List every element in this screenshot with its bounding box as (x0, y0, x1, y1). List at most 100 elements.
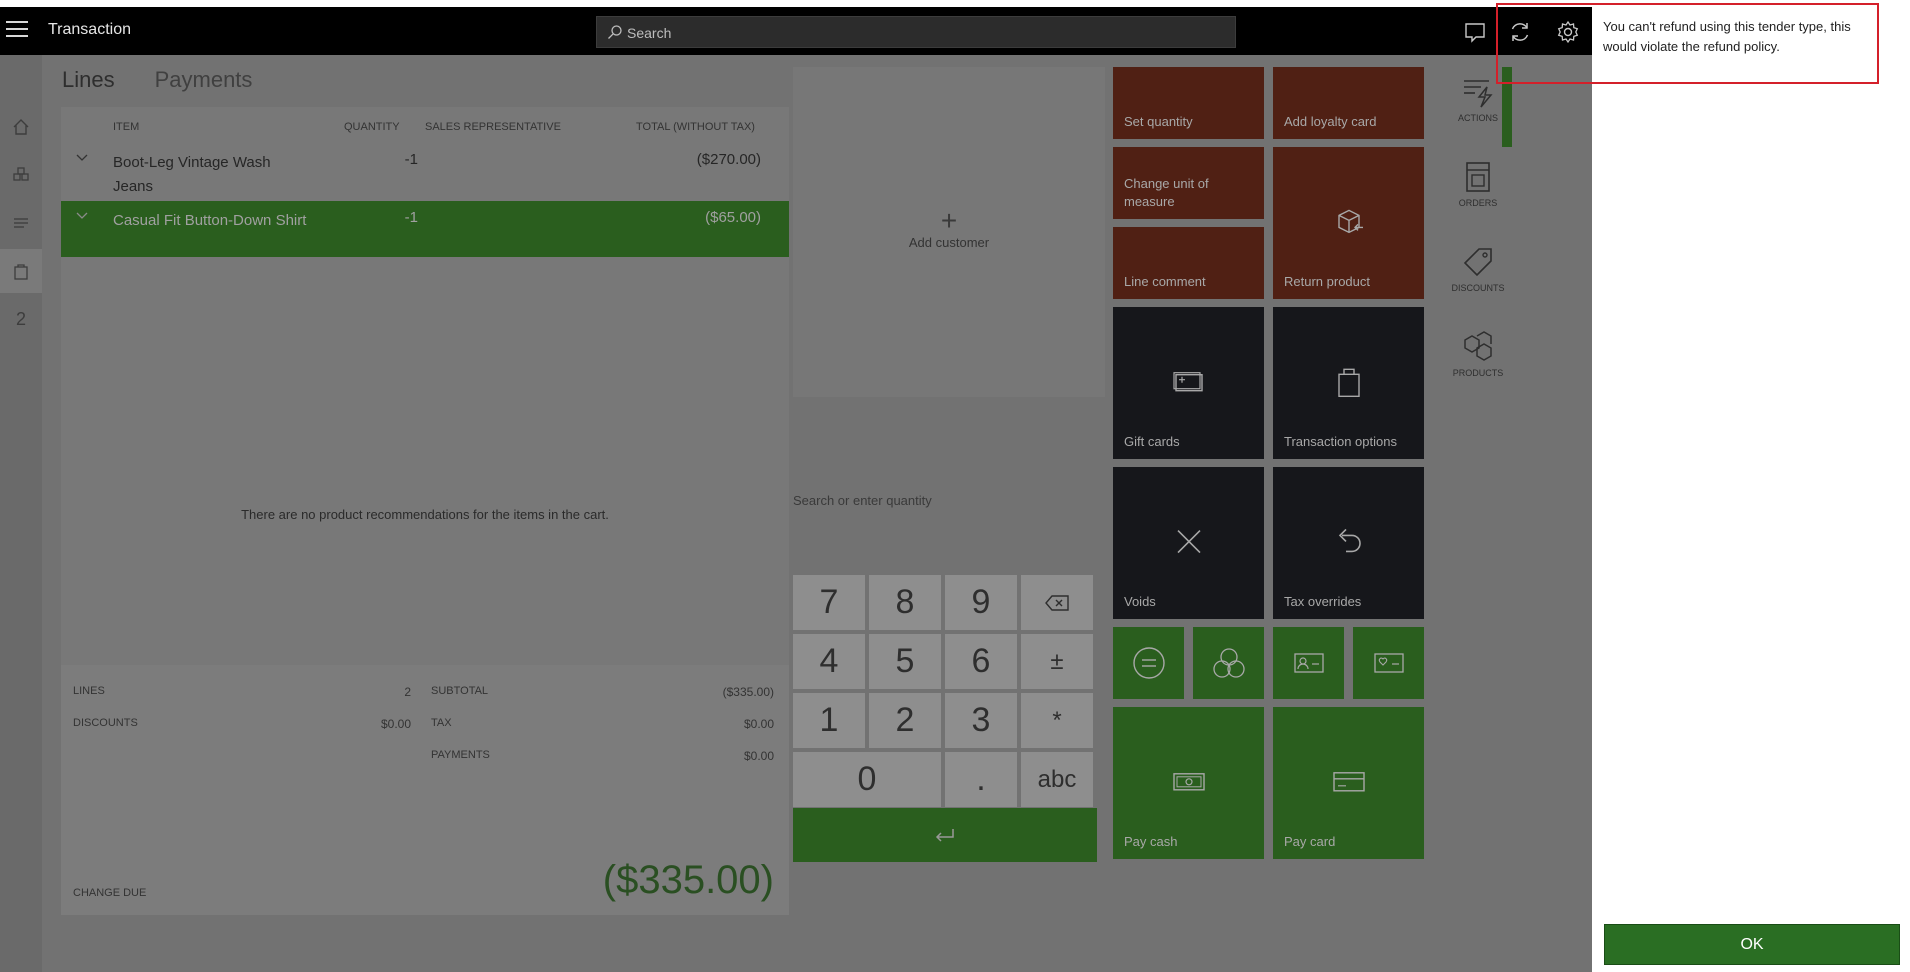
boxes-icon (1464, 331, 1492, 361)
products-button[interactable]: PRODUCTS (1443, 322, 1513, 394)
key-6[interactable]: 6 (945, 634, 1017, 689)
key-8[interactable]: 8 (869, 575, 941, 630)
orders-button[interactable]: ORDERS (1443, 152, 1513, 224)
nav-list[interactable] (0, 201, 42, 245)
lines-panel: ITEM QUANTITY SALES REPRESENTATIVE TOTAL… (61, 107, 789, 915)
payments-label: PAYMENTS (431, 749, 490, 761)
key-3[interactable]: 3 (945, 693, 1017, 748)
table-row[interactable]: Boot-Leg Vintage Wash Jeans -1 ($270.00) (61, 143, 789, 199)
lightning-list-icon (1464, 80, 1493, 108)
customer-panel: + Add customer (793, 67, 1105, 397)
bag-icon (14, 264, 28, 280)
gift-card-icon (1172, 372, 1203, 392)
nav-transaction[interactable] (0, 249, 42, 293)
voids-button[interactable]: Voids (1113, 467, 1264, 619)
credit-card-icon (1332, 772, 1365, 792)
chevron-down-icon[interactable] (75, 151, 89, 165)
key-2[interactable]: 2 (869, 693, 941, 748)
id-card-icon (1293, 653, 1324, 673)
change-due-label: CHANGE DUE (73, 887, 147, 899)
transaction-options-button[interactable]: Transaction options (1273, 307, 1424, 459)
search-input[interactable] (627, 22, 1217, 44)
change-unit-of-measure-label: Change unit of measure (1124, 176, 1209, 209)
backspace-key[interactable] (1021, 575, 1093, 630)
search-icon (608, 25, 622, 39)
chat-icon[interactable] (1462, 19, 1488, 45)
return-box-icon (1337, 209, 1363, 234)
plus-minus-key[interactable]: ± (1021, 634, 1093, 689)
top-bar: Transaction (0, 7, 1592, 55)
multiply-key[interactable]: * (1021, 693, 1093, 748)
key-4[interactable]: 4 (793, 634, 865, 689)
heart-card-icon (1373, 653, 1404, 673)
tax-value: $0.00 (743, 717, 774, 731)
nav-count[interactable]: 2 (0, 297, 42, 341)
equals-circle-icon (1132, 647, 1165, 679)
actions-label: ACTIONS (1457, 113, 1498, 123)
tabs: Lines Payments (62, 67, 252, 93)
numpad: 7 8 9 4 5 6 ± 1 2 3 * 0 . abc (793, 575, 1097, 828)
error-highlight-box (1496, 3, 1879, 84)
col-item: ITEM (113, 121, 140, 133)
ok-button[interactable]: OK (1604, 924, 1900, 965)
key-9[interactable]: 9 (945, 575, 1017, 630)
backspace-icon (1045, 594, 1069, 611)
table-row[interactable]: Casual Fit Button-Down Shirt -1 ($65.00) (61, 201, 789, 257)
pay-card-label: Pay card (1284, 834, 1336, 849)
abc-key[interactable]: abc (1021, 752, 1093, 807)
tax-overrides-button[interactable]: Tax overrides (1273, 467, 1424, 619)
tax-overrides-label: Tax overrides (1284, 594, 1362, 609)
enter-button[interactable] (793, 808, 1097, 862)
key-1[interactable]: 1 (793, 693, 865, 748)
nav-products[interactable] (0, 153, 42, 197)
line-item-quantity: -1 (404, 151, 418, 168)
tab-payments[interactable]: Payments (155, 67, 253, 93)
currency-button[interactable] (1193, 627, 1264, 699)
key-7[interactable]: 7 (793, 575, 865, 630)
decimal-key[interactable]: . (945, 752, 1017, 807)
return-product-button[interactable]: Return product (1273, 147, 1424, 299)
add-loyalty-card-button[interactable]: Add loyalty card (1273, 67, 1424, 139)
loyalty-card-button[interactable] (1353, 627, 1424, 699)
add-customer-label: Add customer (908, 235, 990, 250)
transaction-options-label: Transaction options (1284, 434, 1397, 449)
equals-button[interactable] (1113, 627, 1184, 699)
nav-home[interactable] (0, 105, 42, 149)
lines-count-value: 2 (404, 685, 411, 699)
cash-icon (1172, 773, 1205, 791)
chevron-down-icon[interactable] (75, 209, 89, 223)
line-item-total: ($270.00) (696, 151, 761, 168)
quantity-search-input[interactable] (793, 493, 1105, 508)
coins-icon (1212, 648, 1245, 678)
col-quantity: QUANTITY (344, 121, 400, 133)
add-customer-button[interactable]: + Add customer (793, 205, 1105, 251)
line-comment-label: Line comment (1124, 274, 1206, 289)
change-due-value: ($335.00) (602, 858, 774, 902)
key-0[interactable]: 0 (793, 752, 941, 807)
pay-card-button[interactable]: Pay card (1273, 707, 1424, 859)
change-unit-of-measure-button[interactable]: Change unit of measure (1113, 147, 1264, 219)
customer-card-button[interactable] (1273, 627, 1344, 699)
menu-icon[interactable] (6, 21, 28, 41)
refund-error-dialog: You can't refund using this tender type,… (1592, 7, 1910, 972)
close-icon (1176, 530, 1201, 554)
search-box[interactable] (596, 16, 1236, 48)
plus-icon: + (940, 205, 958, 236)
orders-label: ORDERS (1458, 198, 1498, 208)
products-icon (13, 167, 29, 181)
set-quantity-button[interactable]: Set quantity (1113, 67, 1264, 139)
voids-label: Voids (1124, 594, 1156, 609)
return-product-label: Return product (1284, 274, 1370, 289)
key-5[interactable]: 5 (869, 634, 941, 689)
subtotal-value: ($335.00) (722, 685, 774, 699)
tag-icon (1463, 248, 1492, 277)
payments-value: $0.00 (743, 749, 774, 763)
line-comment-button[interactable]: Line comment (1113, 227, 1264, 299)
shopping-bag-icon (1337, 368, 1360, 397)
discounts-button[interactable]: DISCOUNTS (1443, 237, 1513, 309)
tab-lines[interactable]: Lines (62, 67, 115, 93)
line-item-quantity: -1 (404, 209, 418, 226)
gift-cards-button[interactable]: Gift cards (1113, 307, 1264, 459)
pay-cash-button[interactable]: Pay cash (1113, 707, 1264, 859)
left-nav: 2 (0, 55, 42, 972)
